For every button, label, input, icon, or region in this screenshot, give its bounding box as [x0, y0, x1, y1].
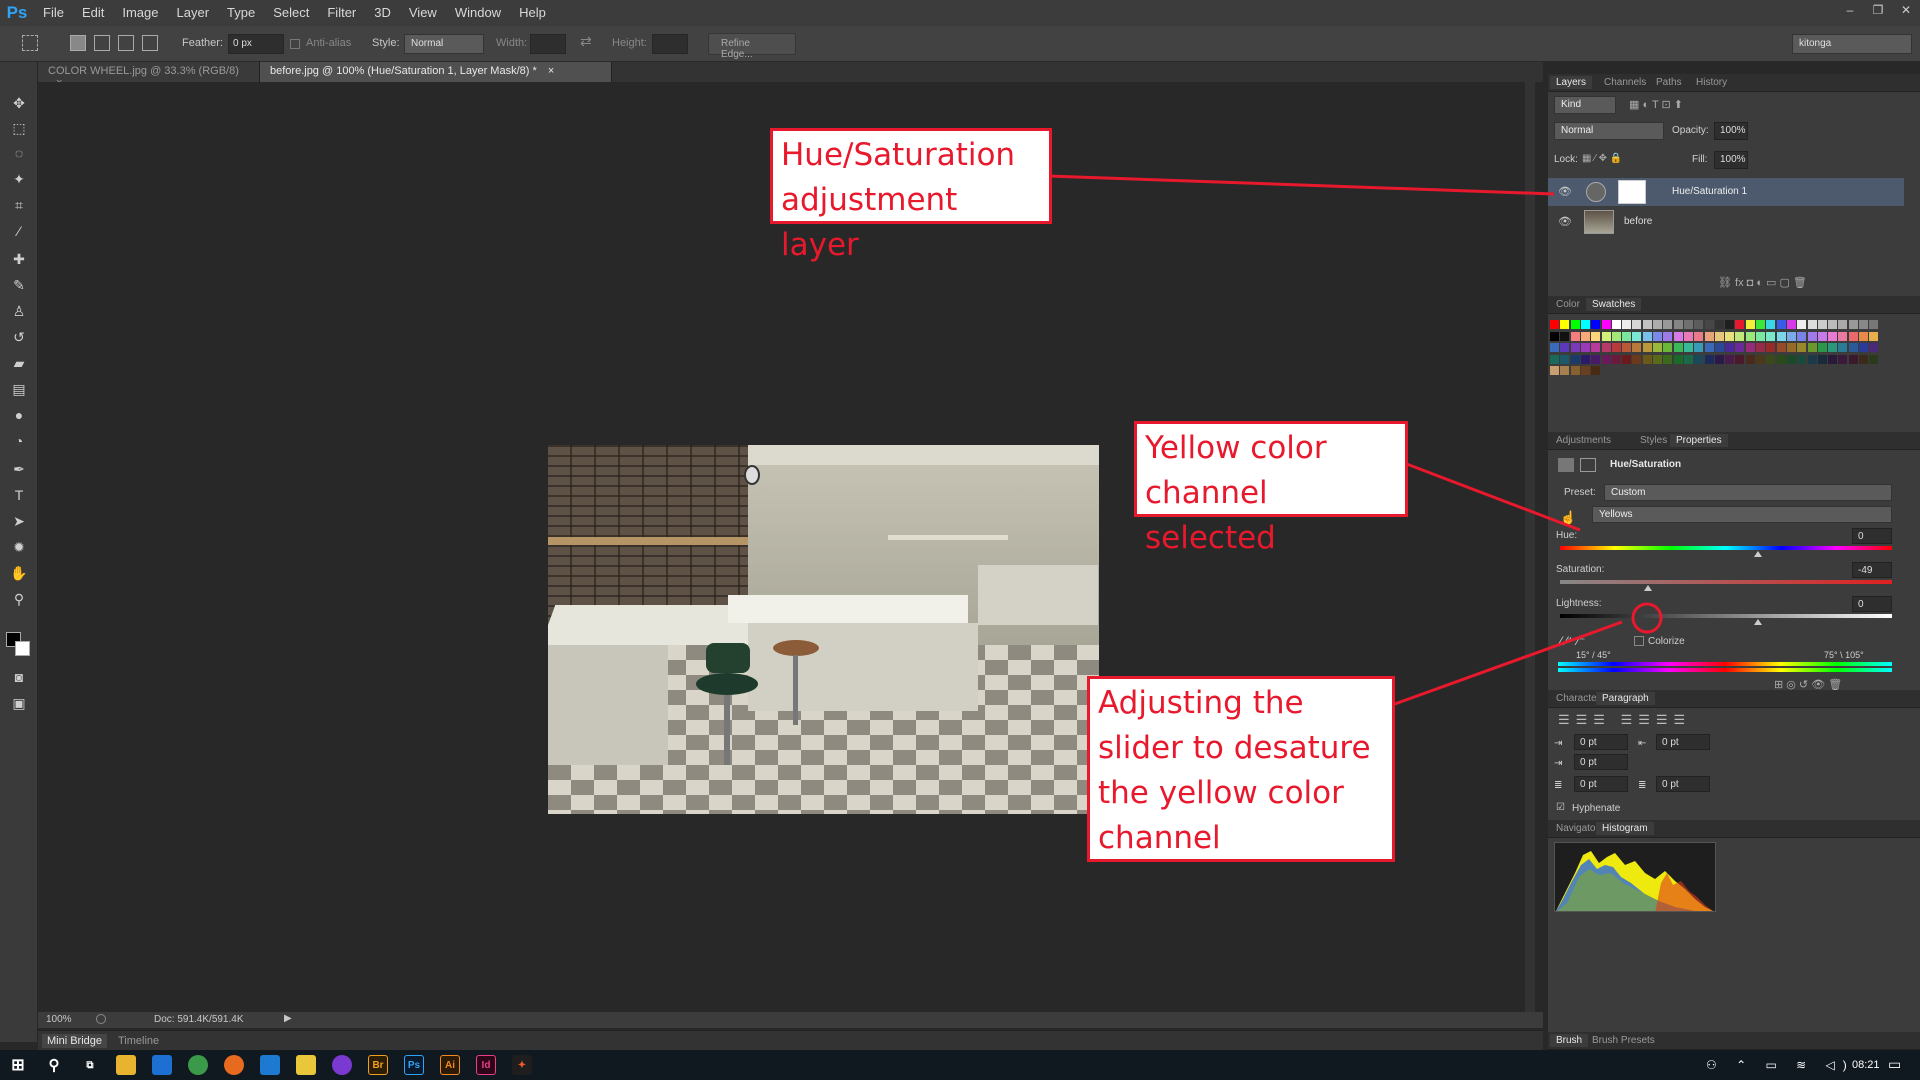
annotation-yellow-channel: Yellow color channel selected [1134, 421, 1408, 556]
annotation-adjusting-slider: Adjusting the slider to desature the yel… [1087, 676, 1395, 862]
annotation-hue-saturation-layer: Hue/Saturation adjustment layer [770, 128, 1052, 263]
